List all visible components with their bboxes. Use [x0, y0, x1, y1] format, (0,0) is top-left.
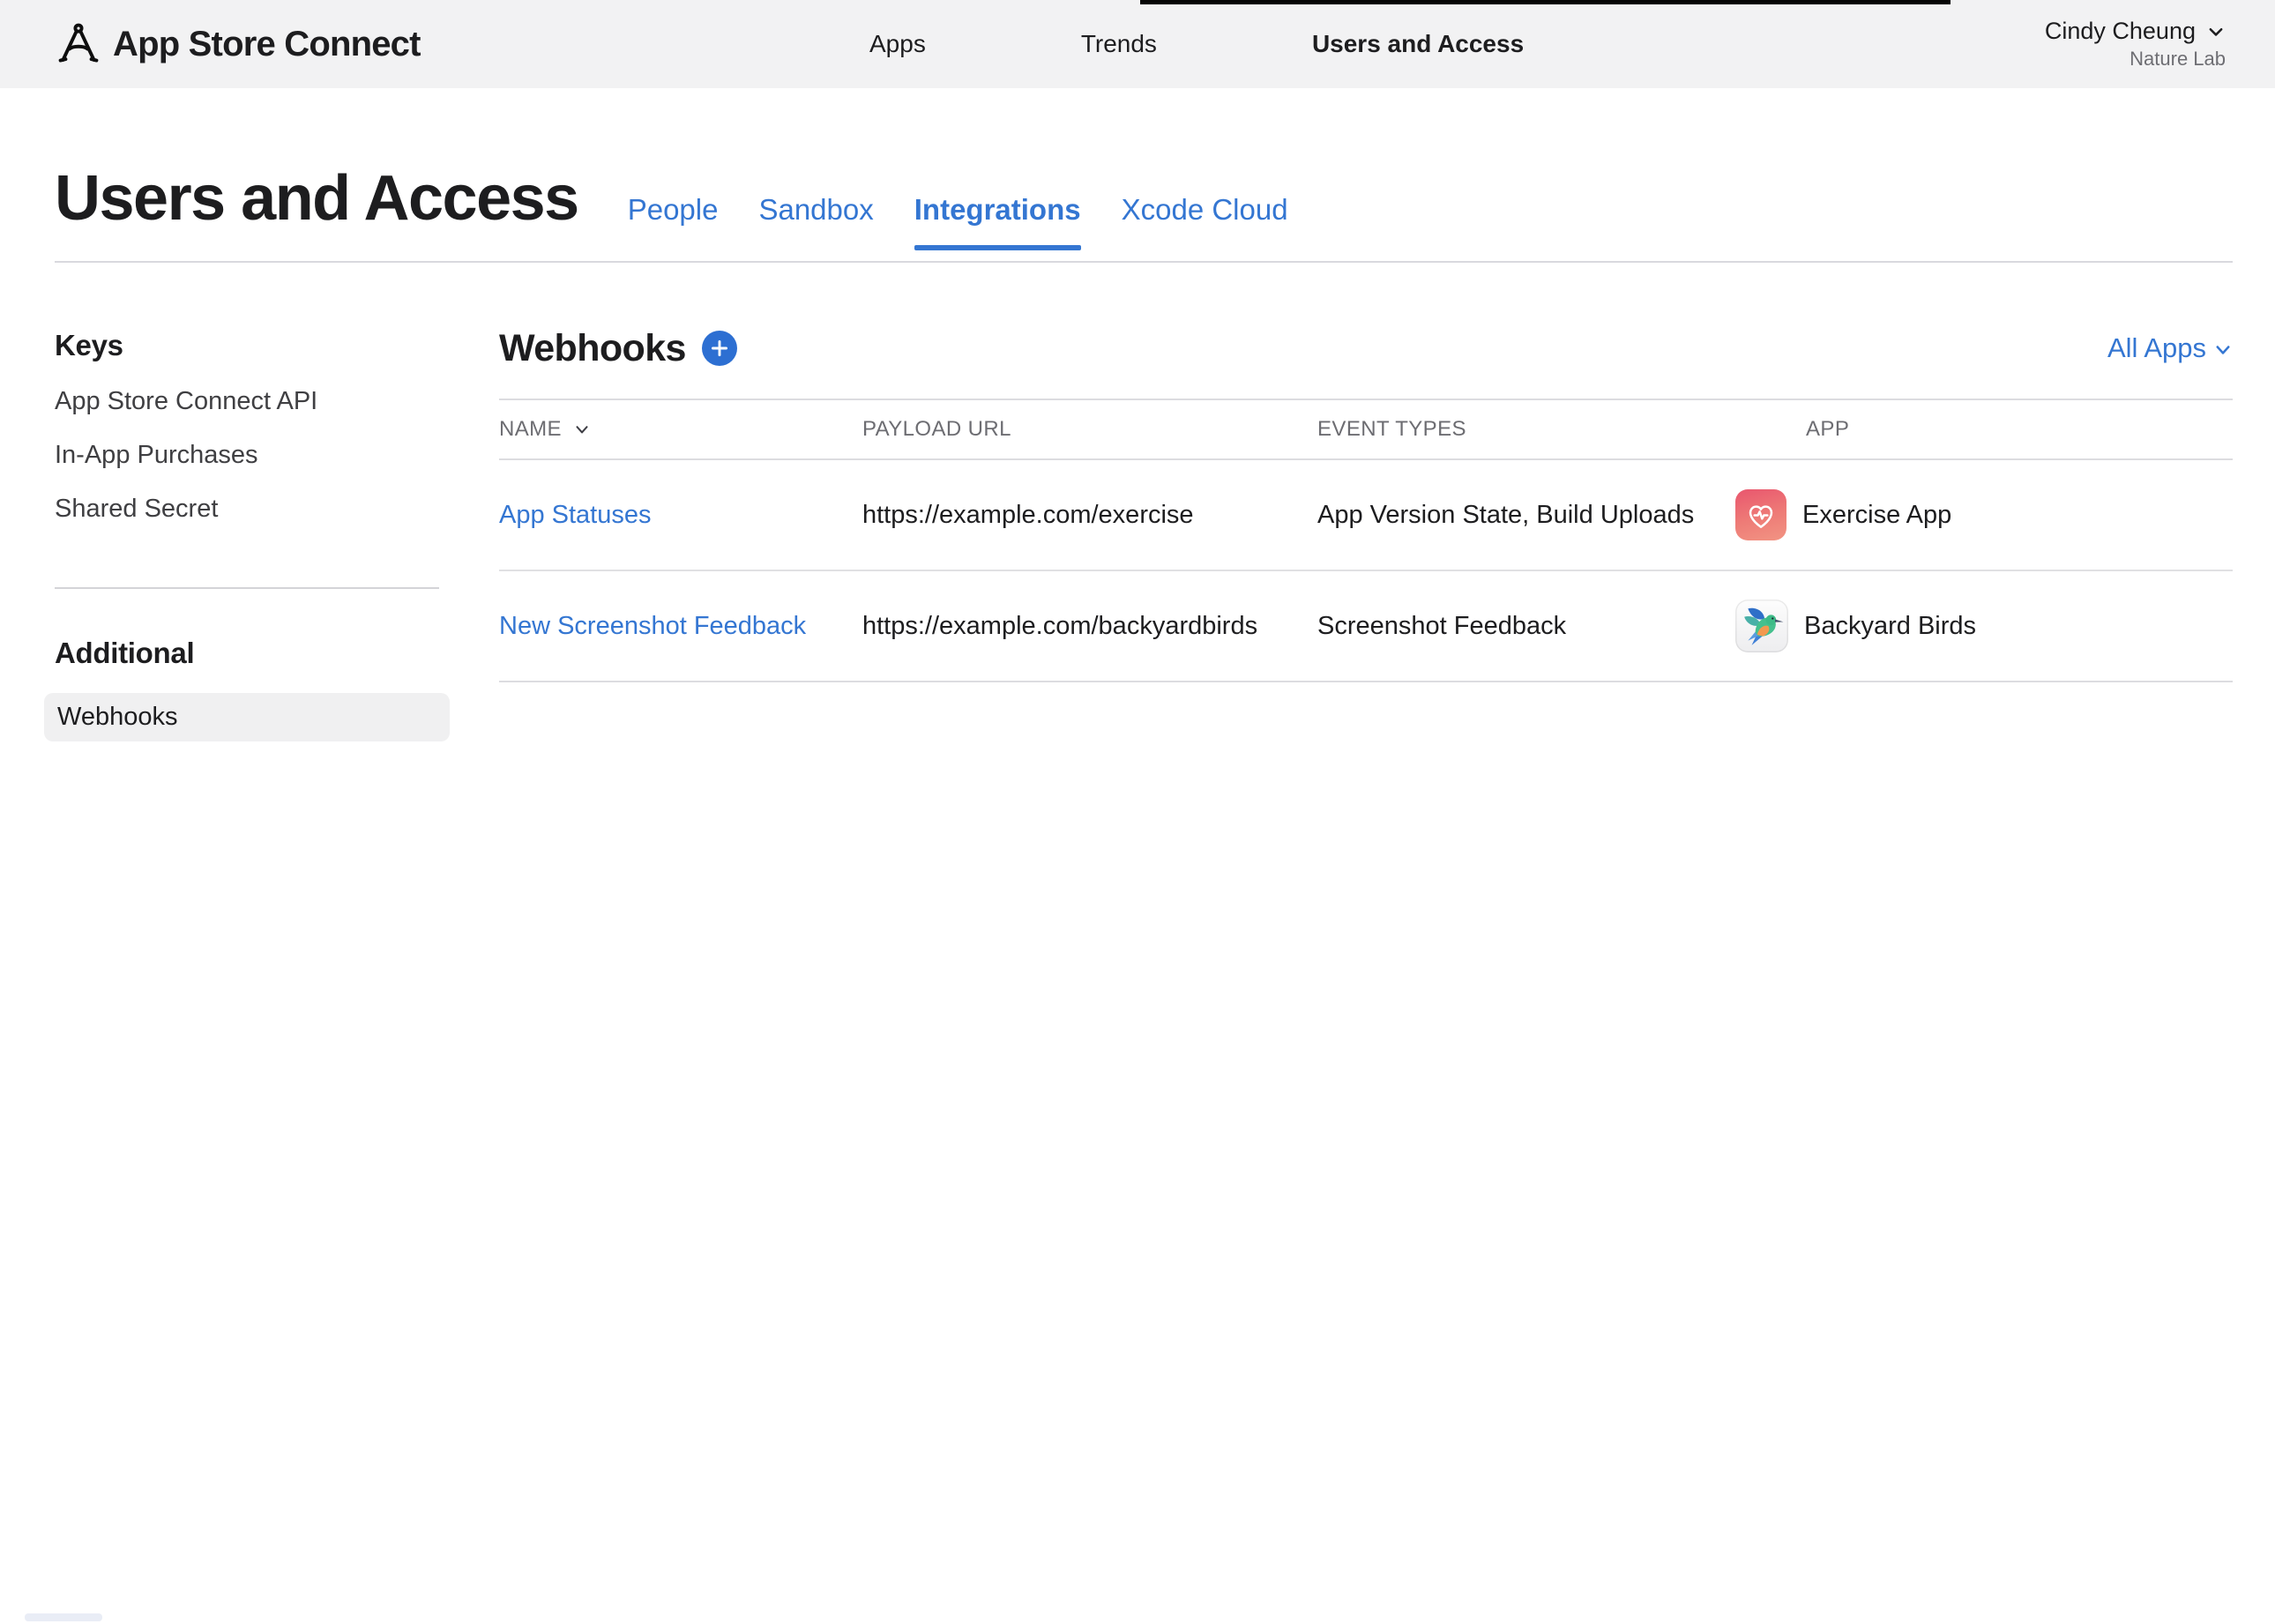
payload-url-value: https://example.com/exercise	[862, 501, 1317, 530]
sidebar-heading-additional: Additional	[55, 636, 447, 671]
event-types-value: Screenshot Feedback	[1317, 612, 1735, 641]
column-header-name[interactable]: NAME	[499, 417, 862, 442]
table-row: App Statuses https://example.com/exercis…	[499, 460, 2233, 571]
hummingbird-icon	[1735, 600, 1788, 652]
app-store-connect-page: App Store Connect Apps Trends Users and …	[0, 0, 2275, 741]
nav-item-trends[interactable]: Trends	[1081, 30, 1157, 58]
tab-sandbox[interactable]: Sandbox	[758, 193, 873, 227]
all-apps-filter-label: All Apps	[2107, 332, 2206, 364]
sidebar-item-webhooks-label: Webhooks	[57, 703, 178, 732]
sort-chevron-down-icon	[572, 420, 592, 439]
sidebar-divider	[55, 587, 439, 589]
page-title: Users and Access	[55, 164, 578, 233]
plus-icon	[710, 339, 729, 358]
tab-integrations[interactable]: Integrations	[914, 193, 1081, 227]
app-cell: Backyard Birds	[1735, 600, 2233, 652]
sidebar: Keys App Store Connect API In-App Purcha…	[55, 263, 447, 741]
table-header-row: NAME PAYLOAD URL EVENT TYPES APP	[499, 399, 2233, 460]
nav-item-apps[interactable]: Apps	[869, 30, 926, 58]
sidebar-heading-keys: Keys	[55, 328, 447, 363]
section-tabs: People Sandbox Integrations Xcode Cloud	[628, 193, 1288, 227]
page-content: Users and Access People Sandbox Integrat…	[0, 88, 2275, 741]
chevron-down-icon	[2213, 340, 2233, 360]
account-name: Cindy Cheung	[2045, 18, 2196, 45]
page-header: Users and Access People Sandbox Integrat…	[55, 88, 2233, 263]
top-navigation-bar: App Store Connect Apps Trends Users and …	[0, 0, 2275, 88]
all-apps-filter[interactable]: All Apps	[2107, 332, 2233, 364]
column-header-event-types: EVENT TYPES	[1317, 417, 1735, 442]
table-row: New Screenshot Feedback https://example.…	[499, 571, 2233, 682]
sidebar-item-in-app-purchases[interactable]: In-App Purchases	[55, 440, 447, 470]
webhooks-header-row: Webhooks All Apps	[499, 326, 2233, 370]
webhook-name-link[interactable]: App Statuses	[499, 501, 652, 529]
app-store-connect-brand[interactable]: App Store Connect	[56, 22, 421, 66]
payload-url-value: https://example.com/backyardbirds	[862, 612, 1317, 641]
add-webhook-button[interactable]	[702, 331, 737, 366]
brand-title: App Store Connect	[113, 25, 421, 64]
nav-item-users-and-access[interactable]: Users and Access	[1312, 30, 1524, 58]
webhooks-table: NAME PAYLOAD URL EVENT TYPES APP App Sta…	[499, 399, 2233, 682]
sidebar-item-app-store-connect-api[interactable]: App Store Connect API	[55, 386, 447, 416]
app-name: Exercise App	[1802, 501, 1951, 530]
tab-xcode-cloud[interactable]: Xcode Cloud	[1122, 193, 1288, 227]
account-menu[interactable]: Cindy Cheung Nature Lab	[2045, 18, 2226, 71]
tab-people[interactable]: People	[628, 193, 719, 227]
account-team: Nature Lab	[2045, 48, 2226, 71]
event-types-value: App Version State, Build Uploads	[1317, 501, 1735, 530]
webhook-name-link[interactable]: New Screenshot Feedback	[499, 612, 806, 640]
heart-pulse-icon	[1735, 489, 1786, 540]
app-cell: Exercise App	[1735, 489, 2233, 540]
app-name: Backyard Birds	[1804, 612, 1976, 641]
content-columns: Keys App Store Connect API In-App Purcha…	[55, 263, 2233, 741]
column-header-payload-url: PAYLOAD URL	[862, 417, 1317, 442]
scrollbar-artifact	[25, 1613, 102, 1621]
sidebar-item-webhooks[interactable]: Webhooks	[44, 693, 450, 741]
primary-nav: Apps Trends Users and Access	[869, 0, 1524, 88]
webhooks-heading: Webhooks	[499, 326, 686, 370]
chevron-down-icon	[2206, 22, 2226, 41]
app-store-connect-logo-icon	[56, 22, 101, 66]
webhooks-panel: Webhooks All Apps NAME	[499, 263, 2233, 682]
sidebar-item-shared-secret[interactable]: Shared Secret	[55, 494, 447, 524]
column-header-app: APP	[1735, 417, 2233, 442]
